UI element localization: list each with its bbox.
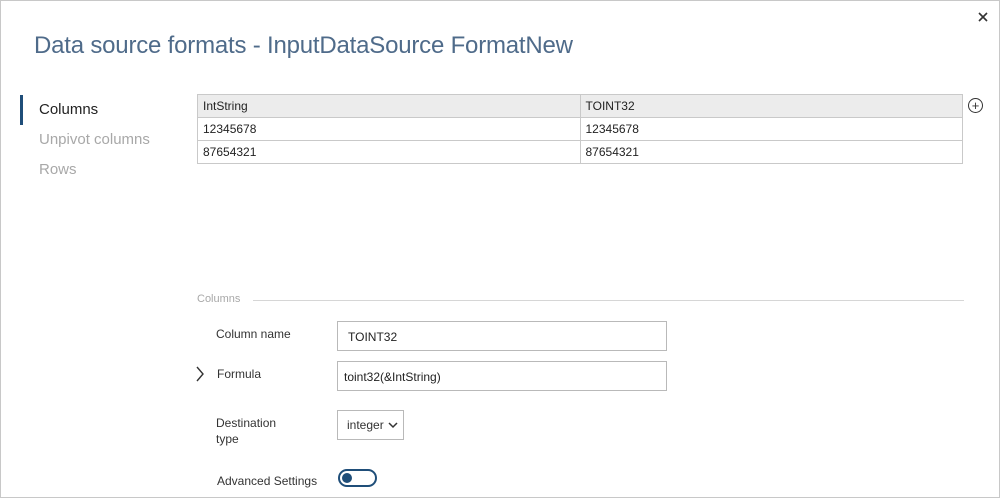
section-divider: [253, 300, 964, 301]
destination-type-label-line1: Destination: [216, 416, 277, 430]
side-nav: Columns Unpivot columns Rows: [20, 95, 180, 185]
chevron-down-icon: [388, 422, 398, 429]
destination-type-label: Destination type: [216, 415, 276, 447]
plus-circle-icon: +: [971, 97, 980, 113]
preview-grid: IntString TOINT32 12345678 12345678 8765…: [197, 94, 963, 164]
destination-type-value: integer: [347, 418, 384, 432]
close-button[interactable]: [973, 7, 993, 27]
nav-item-unpivot-columns[interactable]: Unpivot columns: [20, 125, 180, 155]
grid-header-row: IntString TOINT32: [197, 94, 963, 118]
advanced-settings-toggle[interactable]: [338, 469, 377, 487]
table-cell: 87654321: [579, 140, 963, 164]
formula-input[interactable]: toint32(&IntString): [337, 361, 667, 391]
destination-type-select[interactable]: integer: [337, 410, 404, 440]
table-cell: 12345678: [579, 117, 963, 141]
toggle-knob: [342, 473, 352, 483]
close-icon: [978, 12, 988, 22]
destination-type-label-line2: type: [216, 432, 239, 446]
table-row[interactable]: 12345678 12345678: [197, 117, 963, 141]
section-label-columns: Columns: [197, 293, 241, 305]
table-cell: 87654321: [197, 140, 581, 164]
table-row[interactable]: 87654321 87654321: [197, 140, 963, 164]
column-name-label: Column name: [216, 327, 291, 341]
advanced-settings-label: Advanced Settings: [217, 474, 318, 488]
formula-label: Formula: [217, 367, 262, 381]
dialog: Data source formats - InputDataSource Fo…: [0, 0, 1000, 498]
chevron-right-icon[interactable]: [195, 366, 205, 382]
dialog-title: Data source formats - InputDataSource Fo…: [34, 32, 573, 59]
column-header-intstring[interactable]: IntString: [197, 94, 581, 118]
column-name-input[interactable]: TOINT32: [337, 321, 667, 351]
table-cell: 12345678: [197, 117, 581, 141]
column-header-toint32[interactable]: TOINT32: [579, 94, 963, 118]
nav-item-columns[interactable]: Columns: [20, 95, 180, 125]
nav-item-rows[interactable]: Rows: [20, 155, 180, 185]
add-column-button[interactable]: +: [968, 98, 983, 113]
